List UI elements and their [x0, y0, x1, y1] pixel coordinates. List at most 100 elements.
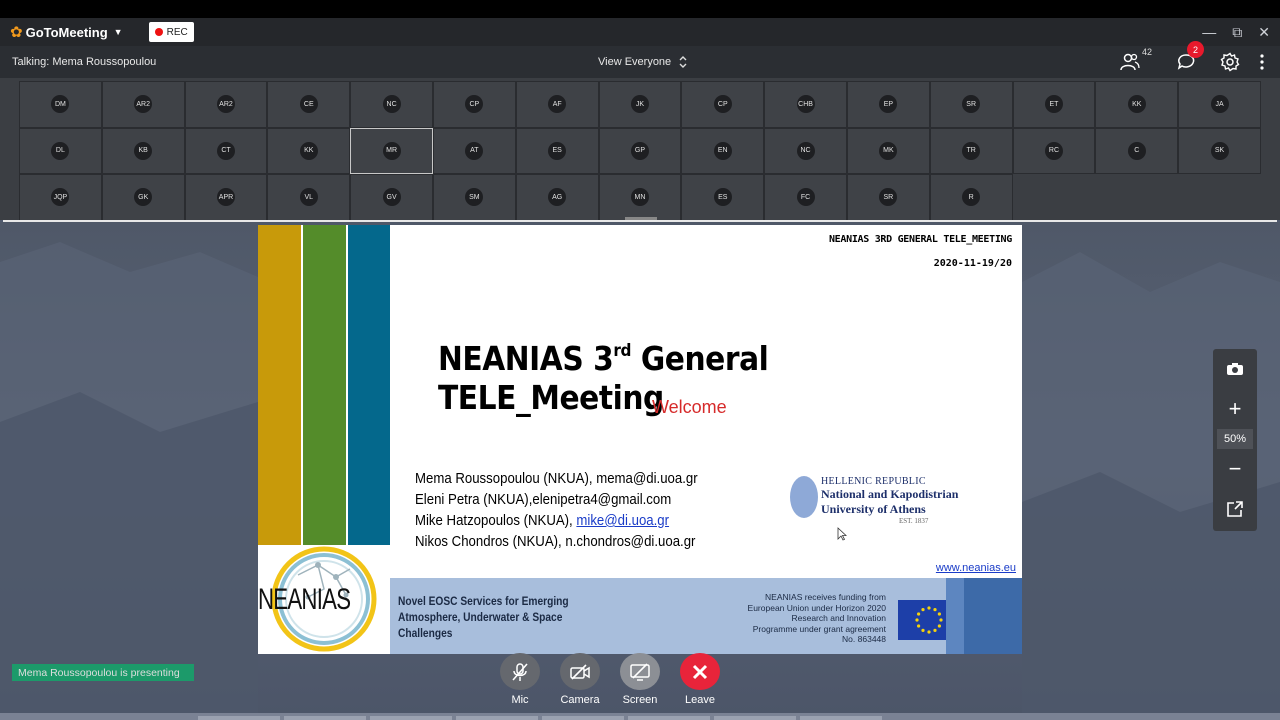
gotomeeting-logo-icon: ✿	[10, 24, 23, 41]
taskbar-item[interactable]	[370, 716, 452, 720]
attendee-avatar: KK	[1127, 95, 1146, 114]
taskbar-item[interactable]	[456, 716, 538, 720]
slide-bar-white-gap	[301, 225, 303, 545]
attendee-tile[interactable]: R	[929, 174, 1013, 221]
gear-icon	[1220, 52, 1240, 72]
attendee-tile[interactable]: JK	[598, 81, 682, 128]
attendee-tile[interactable]: SR	[846, 174, 930, 221]
attendee-tile[interactable]: DM	[19, 81, 102, 128]
attendee-tile[interactable]: NC	[350, 81, 433, 128]
author-email-link: mike@di.uoa.gr	[576, 512, 670, 529]
more-options-button[interactable]	[1260, 54, 1264, 70]
attendee-tile[interactable]: MN	[598, 174, 682, 221]
attendee-tile[interactable]: ET	[1012, 81, 1096, 128]
zoom-controls: + 50% −	[1213, 349, 1257, 531]
mic-button[interactable]: Mic	[500, 653, 540, 706]
attendee-avatar: NC	[796, 141, 815, 160]
chat-button[interactable]: 2	[1176, 41, 1204, 71]
attendee-tile[interactable]: EP	[846, 81, 930, 128]
attendee-tile[interactable]: AF	[515, 81, 599, 128]
attendee-tile[interactable]: AG	[515, 174, 599, 221]
attendee-tile[interactable]: AT	[432, 127, 516, 174]
attendee-tile[interactable]: EN	[681, 127, 765, 174]
attendee-tile[interactable]: MK	[846, 127, 930, 174]
author-line: Mema Roussopoulou (NKUA), mema@di.uoa.gr	[415, 470, 698, 487]
attendee-tile[interactable]: AR2	[101, 81, 185, 128]
attendee-tile[interactable]: JQP	[19, 174, 102, 221]
zoom-level: 50%	[1217, 429, 1253, 449]
attendee-tile[interactable]: CT	[184, 127, 268, 174]
attendee-tile[interactable]: DL	[19, 127, 102, 174]
camera-button[interactable]: Camera	[560, 653, 600, 706]
taskbar-item[interactable]	[714, 716, 796, 720]
attendee-tile[interactable]: GV	[350, 174, 433, 221]
attendee-tile[interactable]: KB	[101, 127, 185, 174]
taskbar-item[interactable]	[198, 716, 280, 720]
minus-icon: −	[1228, 456, 1242, 481]
attendee-avatar: KB	[134, 141, 153, 160]
funding-line: No. 863448	[842, 634, 886, 644]
view-everyone-selector[interactable]: View Everyone	[598, 46, 687, 78]
attendee-tile[interactable]: C	[1095, 127, 1179, 174]
popout-button[interactable]	[1227, 489, 1243, 529]
attendee-tile[interactable]: JA	[1178, 81, 1261, 128]
attendee-tile[interactable]: GP	[598, 127, 682, 174]
camera-icon	[1227, 363, 1243, 375]
attendee-tile[interactable]: SK	[1178, 127, 1261, 174]
attendee-tile[interactable]: TR	[929, 127, 1013, 174]
leave-button[interactable]: Leave	[680, 653, 720, 706]
neanias-logo-word: NEANIAS	[258, 583, 351, 616]
attendee-tile[interactable]: ES	[681, 174, 765, 221]
taskbar-item[interactable]	[284, 716, 366, 720]
attendee-tile[interactable]: GK	[101, 174, 185, 221]
attendee-avatar: RC	[1044, 141, 1063, 160]
screen-share-button[interactable]: Screen	[620, 653, 660, 706]
slide-authors: Mema Roussopoulou (NKUA), mema@di.uoa.gr…	[415, 468, 698, 552]
attendee-tile[interactable]: FC	[764, 174, 847, 221]
attendee-tile[interactable]: ES	[515, 127, 599, 174]
settings-button[interactable]	[1220, 52, 1240, 72]
attendee-avatar: ES	[548, 141, 567, 160]
attendee-tile[interactable]: SR	[929, 81, 1013, 128]
chevron-down-icon: ▼	[113, 27, 123, 37]
attendee-tile[interactable]: CHB	[764, 81, 847, 128]
attendee-tile[interactable]: VL	[267, 174, 351, 221]
attendee-avatar: GP	[630, 141, 649, 160]
restore-icon[interactable]: ⧉	[1232, 24, 1242, 41]
zoom-out-button[interactable]: −	[1229, 449, 1242, 489]
attendee-tile[interactable]: NC	[764, 127, 847, 174]
attendee-avatar: SK	[1210, 141, 1229, 160]
attendee-avatar: C	[1127, 141, 1146, 160]
attendee-tile[interactable]: KK	[1095, 81, 1179, 128]
presenting-banner: Mema Roussopoulou is presenting	[12, 664, 194, 681]
attendee-tile[interactable]: CP	[432, 81, 516, 128]
attendee-tile[interactable]: APR	[184, 174, 268, 221]
close-icon[interactable]: ✕	[1258, 24, 1270, 41]
snapshot-button[interactable]	[1226, 349, 1244, 389]
zoom-in-button[interactable]: +	[1229, 389, 1242, 429]
minimize-icon[interactable]: —	[1202, 24, 1216, 40]
attendee-avatar: DL	[51, 141, 70, 160]
attendee-avatar: MN	[630, 188, 649, 207]
attendee-tile[interactable]: CP	[681, 81, 765, 128]
footer-strip-dark	[964, 578, 1022, 654]
attendee-tile[interactable]: CE	[267, 81, 351, 128]
attendee-avatar: EN	[713, 141, 732, 160]
attendee-tile[interactable]: SM	[432, 174, 516, 221]
slide-title-pre: NEANIAS 3	[438, 339, 614, 378]
taskbar-item[interactable]	[542, 716, 624, 720]
taskbar-item[interactable]	[800, 716, 882, 720]
taskbar-item[interactable]	[628, 716, 710, 720]
recording-button[interactable]: REC	[148, 22, 194, 42]
rec-label: REC	[166, 26, 188, 38]
attendee-tile[interactable]: AR2	[184, 81, 268, 128]
attendee-tile[interactable]: KK	[267, 127, 351, 174]
attendee-tile[interactable]: RC	[1012, 127, 1096, 174]
participants-button[interactable]: 42	[1120, 47, 1152, 71]
app-menu[interactable]: ✿ GoToMeeting ▼	[10, 23, 123, 41]
attendee-tile[interactable]: MR	[350, 127, 433, 174]
attendee-avatar: R	[962, 188, 981, 207]
author-line: Mike Hatzopoulos (NKUA), mike@di.uoa.gr	[415, 510, 698, 531]
attendee-avatar: AG	[548, 188, 567, 207]
author-name: Mike Hatzopoulos (NKUA),	[415, 512, 577, 529]
